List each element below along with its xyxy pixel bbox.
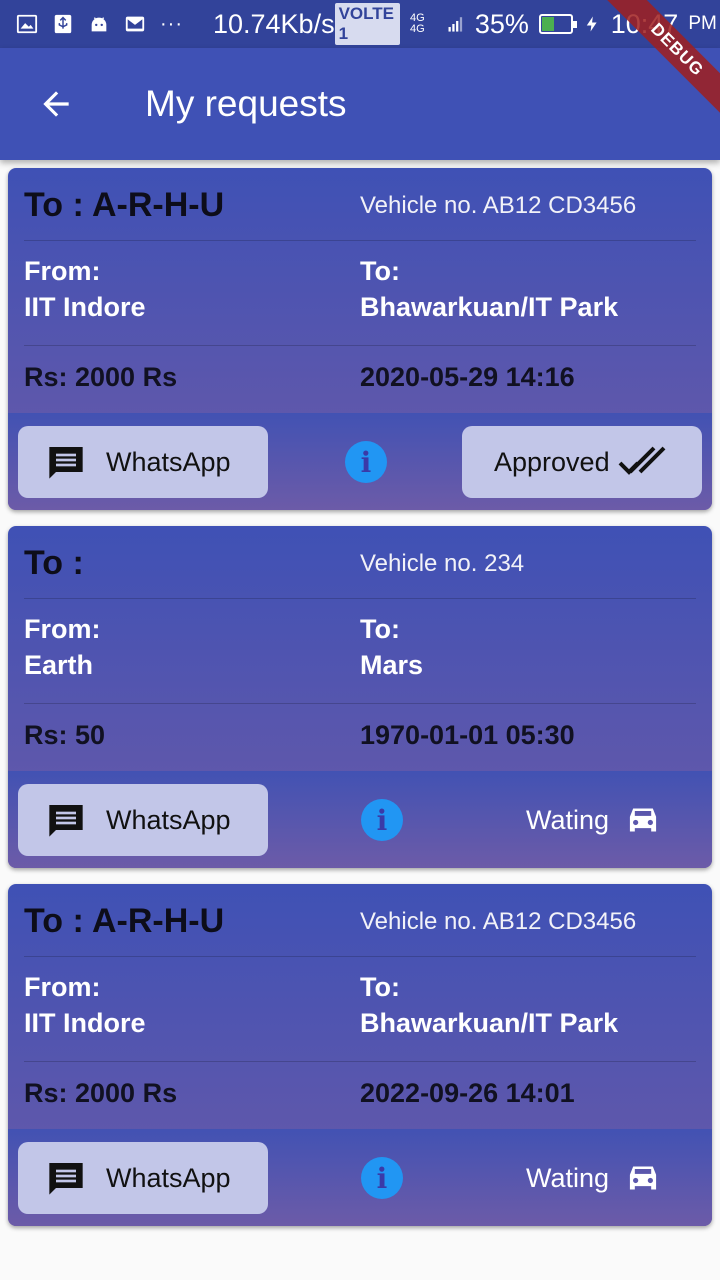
price: Rs: 2000 Rs <box>24 1078 178 1108</box>
whatsapp-button[interactable]: WhatsApp <box>18 426 268 498</box>
vehicle-number: Vehicle no. AB12 CD3456 <box>360 908 637 935</box>
android-icon <box>91 17 107 32</box>
battery-icon <box>538 14 577 34</box>
divider <box>24 345 696 346</box>
card-actions: WhatsApp i Approved <box>8 413 712 510</box>
clock-ampm: PM <box>688 13 717 34</box>
back-button[interactable] <box>0 48 112 160</box>
battery-percent: 35% <box>474 8 529 39</box>
more-notifications-icon: ··· <box>160 12 183 35</box>
request-card: To : A-R-H-U Vehicle no. AB12 CD3456 Fro… <box>8 884 712 1226</box>
from-value: IIT Indore <box>24 292 146 322</box>
price: Rs: 50 <box>24 720 106 750</box>
to-value: Bhawarkuan/IT Park <box>360 292 619 322</box>
to-label: To: <box>360 256 400 286</box>
status-label: Approved <box>494 446 610 477</box>
divider <box>24 1061 696 1062</box>
status-bar: ··· 10.74Kb/s VOLTE 1 4G 4G 35% 10:47 PM <box>0 0 720 48</box>
charging-icon <box>586 16 597 32</box>
info-icon[interactable]: i <box>361 1157 403 1199</box>
car-icon <box>629 808 657 832</box>
request-card: To : A-R-H-U Vehicle no. AB12 CD3456 Fro… <box>8 168 712 510</box>
request-datetime: 2020-05-29 14:16 <box>360 362 575 392</box>
price: Rs: 2000 Rs <box>24 362 178 392</box>
arrow-back-icon <box>43 91 69 117</box>
to-label: To: <box>360 972 400 1002</box>
message-icon <box>49 805 83 837</box>
whatsapp-label: WhatsApp <box>106 1162 231 1193</box>
request-datetime: 1970-01-01 05:30 <box>360 720 575 750</box>
status-label: Wating <box>526 1162 610 1193</box>
card-actions: WhatsApp i Wating <box>8 1129 712 1226</box>
to-label: To: <box>360 614 400 644</box>
divider <box>24 703 696 704</box>
to-value: Mars <box>360 650 424 680</box>
message-icon <box>49 1163 83 1195</box>
from-value: IIT Indore <box>24 1008 146 1038</box>
whatsapp-label: WhatsApp <box>106 804 231 835</box>
waiting-status: Wating <box>526 784 663 856</box>
divider <box>24 240 696 241</box>
from-label: From: <box>24 972 101 1002</box>
to-value: Bhawarkuan/IT Park <box>360 1008 619 1038</box>
usb-icon <box>54 14 72 34</box>
request-datetime: 2022-09-26 14:01 <box>360 1078 575 1108</box>
network-type: 4G 4G <box>409 12 425 35</box>
info-icon[interactable]: i <box>345 441 387 483</box>
card-actions: WhatsApp i Wating <box>8 771 712 868</box>
mail-icon <box>125 16 145 32</box>
network-speed: 10.74Kb/s <box>212 8 335 39</box>
whatsapp-button[interactable]: WhatsApp <box>18 1142 268 1214</box>
waiting-status: Wating <box>526 1142 663 1214</box>
volte-badge: VOLTE 1 <box>334 3 400 45</box>
app-bar: My requests <box>0 48 720 160</box>
status-label: Wating <box>526 804 610 835</box>
divider <box>24 598 696 599</box>
message-icon <box>49 447 83 479</box>
whatsapp-label: WhatsApp <box>106 446 231 477</box>
signal-icon <box>448 17 462 32</box>
from-label: From: <box>24 256 101 286</box>
done-all-icon <box>618 446 666 475</box>
from-label: From: <box>24 614 101 644</box>
gallery-icon <box>16 14 38 34</box>
from-value: Earth <box>24 650 94 680</box>
vehicle-number: Vehicle no. AB12 CD3456 <box>360 192 637 219</box>
page-title: My requests <box>145 83 347 124</box>
approved-status-button[interactable]: Approved <box>462 426 702 498</box>
info-icon[interactable]: i <box>361 799 403 841</box>
request-card: To : Vehicle no. 234 From: Earth To: Mar… <box>8 526 712 868</box>
car-icon <box>629 1166 657 1190</box>
divider <box>24 956 696 957</box>
whatsapp-button[interactable]: WhatsApp <box>18 784 268 856</box>
vehicle-number: Vehicle no. 234 <box>360 550 525 577</box>
